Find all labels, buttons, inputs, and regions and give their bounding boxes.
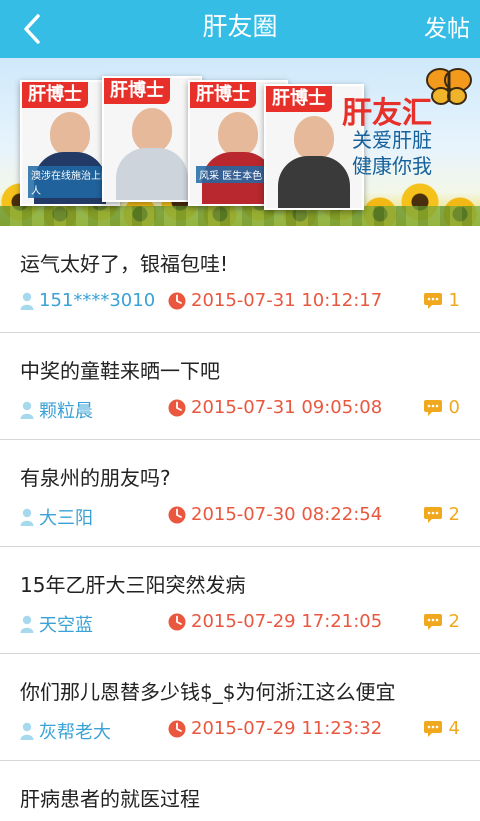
post-meta: 灰帮老大 2015-07-29 11:23:32 4 [20,718,460,744]
time-text: 2015-07-29 11:23:32 [191,718,383,739]
post-time: 2015-07-29 17:21:05 [168,611,382,632]
post-title: 肝病患者的就医过程 [20,787,200,811]
portrait-face [218,112,258,156]
cover-tag: 风采 医生本色 [196,166,266,183]
author-name: 灰帮老大 [39,722,111,743]
post-time: 2015-07-31 09:05:08 [168,397,382,418]
comment-bubble-icon [423,292,442,309]
magazine-cover-2: 肝博士 [102,76,202,202]
portrait-suit [278,156,350,208]
post-meta: 151****3010 2015-07-31 10:12:17 1 [20,290,460,316]
user-icon [20,615,34,633]
magazine-title: 肝博士 [104,78,170,104]
clock-icon [168,399,186,416]
time-text: 2015-07-31 09:05:08 [191,397,383,418]
promo-banner[interactable]: 肝博士 澳涉在线施治上的人 肝博士 肝博士 风采 医生本色 肝博士 肝友汇 关爱… [0,58,480,226]
post-title: 运气太好了，银福包哇! [20,252,229,276]
comment-count-text: 0 [448,397,460,418]
comment-count: 2 [423,611,460,632]
brand-slogan-line1: 关爱肝脏 [352,128,432,152]
post-meta: 天空蓝 2015-07-29 17:21:05 2 [20,611,460,637]
portrait-face [294,116,334,160]
magazine-title: 肝博士 [266,86,332,112]
post-meta: 大三阳 2015-07-30 08:22:54 2 [20,504,460,530]
clock-icon [168,292,186,309]
comment-bubble-icon [423,720,442,737]
post-author: 大三阳 [20,504,93,530]
post-row[interactable]: 运气太好了，银福包哇! 151****3010 2015-07-31 10:12… [0,226,480,333]
time-text: 2015-07-29 17:21:05 [191,611,383,632]
page-title: 肝友圈 [202,12,278,41]
butterfly-icon [426,68,472,105]
clock-icon [168,720,186,737]
post-row[interactable]: 你们那儿恩替多少钱$_$为何浙江这么便宜 灰帮老大 2015-07-29 11:… [0,654,480,761]
comment-bubble-icon [423,399,442,416]
post-row[interactable]: 有泉州的朋友吗? 大三阳 2015-07-30 08:22:54 2 [0,440,480,547]
portrait-face [132,108,172,152]
post-author: 颗粒晨 [20,397,93,423]
post-time: 2015-07-29 11:23:32 [168,718,382,739]
comment-count: 0 [423,397,460,418]
post-title: 有泉州的朋友吗? [20,466,171,490]
clock-icon [168,506,186,523]
app-header: 肝友圈 发帖 [0,0,480,58]
magazine-title: 肝博士 [190,82,256,108]
time-text: 2015-07-31 10:12:17 [191,290,383,311]
comment-count-text: 2 [448,504,460,525]
user-icon [20,722,34,740]
post-row[interactable]: 肝病患者的就医过程 [0,761,480,821]
portrait-face [50,112,90,156]
post-meta: 颗粒晨 2015-07-31 09:05:08 0 [20,397,460,423]
portrait-suit [116,148,188,200]
author-name: 大三阳 [39,508,93,529]
brand-slogan-line2: 健康你我 [352,154,432,178]
post-title: 你们那儿恩替多少钱$_$为何浙江这么便宜 [20,680,396,704]
post-author: 天空蓝 [20,611,93,637]
post-title: 中奖的童鞋来晒一下吧 [20,359,220,383]
post-author: 151****3010 [20,290,155,311]
user-icon [20,401,34,419]
time-text: 2015-07-30 08:22:54 [191,504,383,525]
post-row[interactable]: 中奖的童鞋来晒一下吧 颗粒晨 2015-07-31 09:05:08 0 [0,333,480,440]
grass-decoration [0,206,480,226]
comment-bubble-icon [423,506,442,523]
user-icon [20,292,34,310]
post-time: 2015-07-31 10:12:17 [168,290,382,311]
post-row[interactable]: 15年乙肝大三阳突然发病 天空蓝 2015-07-29 17:21:05 2 [0,547,480,654]
comment-bubble-icon [423,613,442,630]
post-title: 15年乙肝大三阳突然发病 [20,573,246,597]
post-author: 灰帮老大 [20,718,111,744]
author-name: 151****3010 [39,290,156,311]
comment-count: 1 [423,290,460,311]
comment-count-text: 4 [448,718,460,739]
post-list: 运气太好了，银福包哇! 151****3010 2015-07-31 10:12… [0,226,480,821]
comment-count-text: 1 [448,290,460,311]
author-name: 天空蓝 [39,615,93,636]
comment-count-text: 2 [448,611,460,632]
comment-count: 2 [423,504,460,525]
author-name: 颗粒晨 [39,401,93,422]
user-icon [20,508,34,526]
new-post-button[interactable]: 发帖 [422,0,472,58]
clock-icon [168,613,186,630]
magazine-title: 肝博士 [22,82,88,108]
comment-count: 4 [423,718,460,739]
post-time: 2015-07-30 08:22:54 [168,504,382,525]
